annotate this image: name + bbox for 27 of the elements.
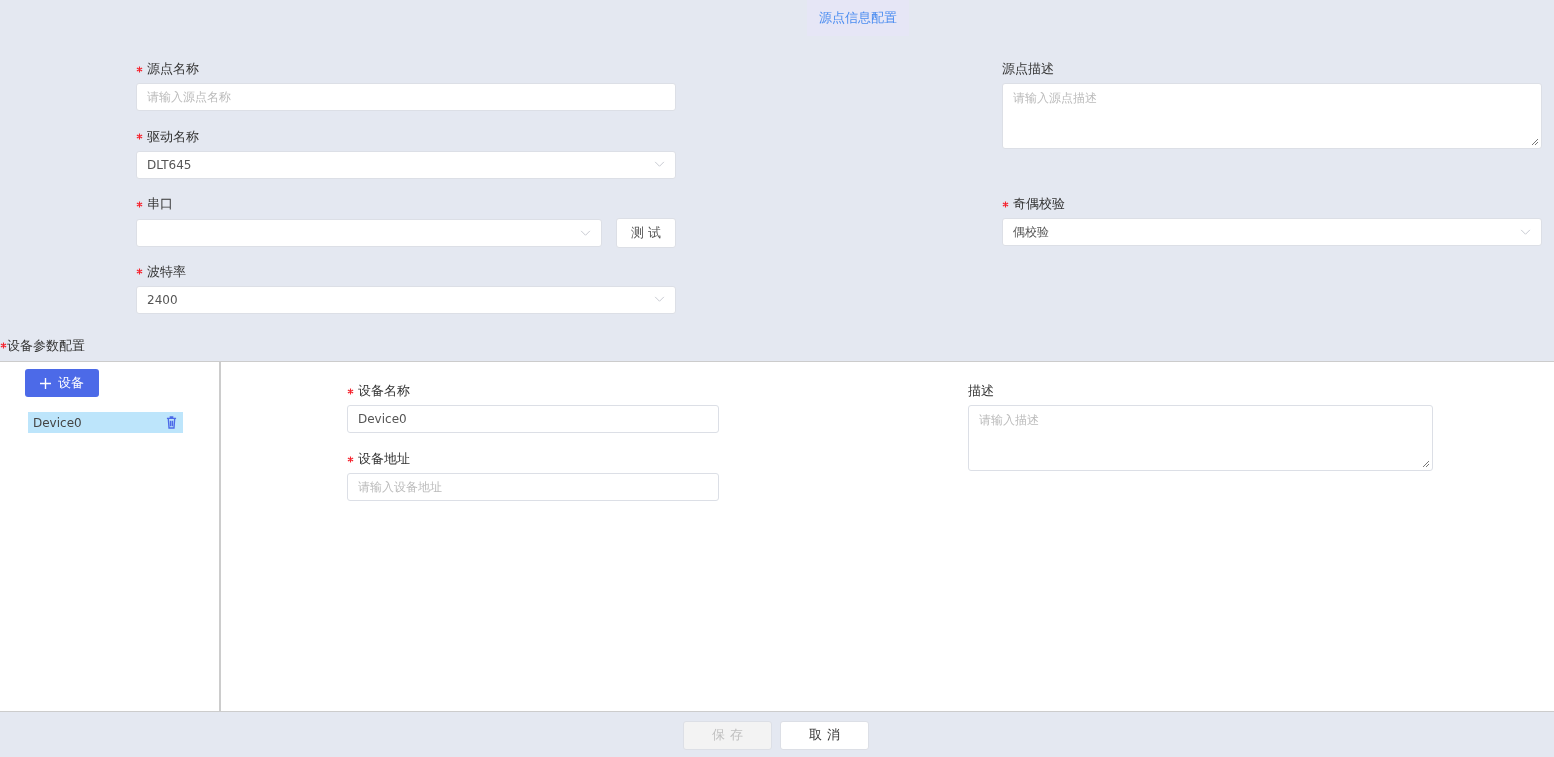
- field-label: 描述: [968, 382, 994, 400]
- resize-grip-icon: [1531, 138, 1539, 146]
- field-label: 设备地址: [358, 450, 410, 468]
- field-label: 串口: [147, 195, 173, 213]
- footer-button[interactable]: 取 消: [780, 720, 869, 750]
- plus-icon: [40, 377, 51, 389]
- test-button[interactable]: 测 试: [615, 218, 676, 248]
- field-label: 驱动名称: [147, 127, 199, 146]
- chevron-down-icon: [654, 161, 665, 168]
- chevron-down-icon: [654, 296, 665, 303]
- field-label: 源点名称: [147, 60, 199, 78]
- dropdown-field[interactable]: DLT645: [136, 150, 676, 179]
- field-label: 设备名称: [358, 382, 410, 400]
- field-label: 波特率: [147, 262, 186, 281]
- dropdown-field[interactable]: 偶校验: [1002, 218, 1542, 246]
- add-device-button[interactable]: 设备: [25, 369, 99, 397]
- section-title: 设备参数配置: [7, 336, 85, 355]
- resize-grip-icon: [1422, 460, 1430, 468]
- chevron-down-icon: [1520, 228, 1531, 236]
- trash-icon[interactable]: [166, 416, 177, 429]
- device-list-item[interactable]: Device0: [28, 412, 183, 433]
- dropdown-field[interactable]: [136, 219, 602, 247]
- field-label: 奇偶校验: [1013, 195, 1065, 213]
- dropdown-field[interactable]: 2400: [136, 285, 676, 314]
- chevron-down-icon: [579, 229, 591, 237]
- field-label: 源点描述: [1002, 60, 1054, 78]
- text-field[interactable]: Device0: [347, 405, 719, 433]
